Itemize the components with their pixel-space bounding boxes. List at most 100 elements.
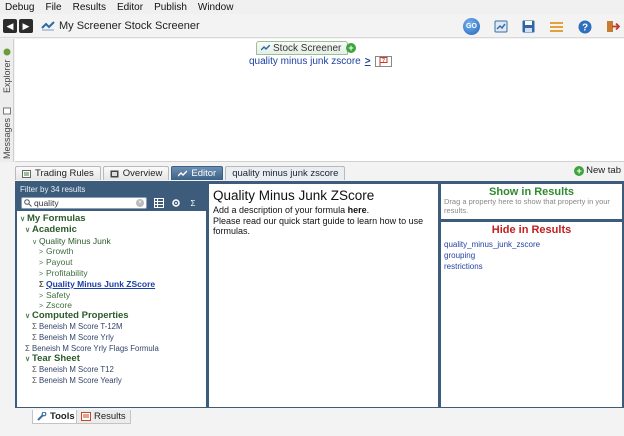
screener-logo-icon [41,20,55,30]
expand-caret-icon: ∨ [25,313,31,321]
formula-detail: Quality Minus Junk ZScore Add a descript… [209,184,438,407]
list-icon[interactable] [549,19,564,34]
screening-rule: quality minus junk zscore > ? [249,56,392,67]
flag-icon: ? [379,57,388,66]
tree-node[interactable]: > Profitability [20,268,206,279]
tree-node-label: Beneish M Score Yrly Flags Formula [32,343,159,353]
tab-editor[interactable]: Editor [171,166,224,180]
forward-arrow-icon[interactable]: ▶ [19,18,33,33]
tree-node[interactable]: ∨ Quality Minus Junk [20,236,206,247]
tree-node-label: Academic [32,223,77,235]
tree-node[interactable]: Σ Quality Minus Junk ZScore [20,279,206,290]
menu-debug[interactable]: Debug [5,2,34,13]
messages-tab-label: Messages [2,117,12,159]
tab-trading-rules-label: Trading Rules [35,168,94,179]
tab-trading-rules[interactable]: Trading Rules [15,166,101,180]
sigma-icon[interactable]: Σ [188,198,198,208]
tab-overview-label: Overview [122,168,163,179]
exit-icon[interactable] [605,19,620,34]
help-icon[interactable]: ? [577,19,592,34]
tree-node-label: Beneish M Score Yrly [39,332,114,342]
rule-lhs[interactable]: quality minus junk zscore [249,56,361,67]
search-row: quality × Σ [17,195,206,211]
tree-node[interactable]: ∨ Computed Properties [20,310,206,322]
tab-results-label: Results [94,411,126,422]
expand-caret-icon: ∨ [25,356,31,364]
tree-node-label: Computed Properties [32,310,129,322]
new-tab-button[interactable]: + New tab [574,165,621,176]
formula-sigma-icon: Σ [32,321,37,331]
toolbar: ◀ ▶ My Screener Stock Screener GO ? [0,14,624,38]
toolbar-actions: GO ? [450,18,620,35]
clear-search-icon[interactable]: × [136,199,144,207]
settings-icon[interactable] [171,198,181,208]
tree-node-label: Beneish M Score T12 [39,365,114,375]
search-input[interactable]: quality × [21,197,147,209]
search-icon [24,199,32,207]
hidden-property[interactable]: restrictions [444,261,619,272]
tree-node[interactable]: Σ Beneish M Score T-12M [20,322,206,333]
new-tab-label: New tab [586,165,621,176]
menu-results[interactable]: Results [73,2,106,13]
tree-node[interactable]: Σ Beneish M Score Yrly [20,333,206,344]
tree-node[interactable]: ∨ Tear Sheet [20,353,206,365]
rule-operator[interactable]: > [365,56,371,67]
quick-start-guide-text: Please read our quick start guide to lea… [213,215,424,237]
go-icon[interactable]: GO [463,18,480,35]
menu-file[interactable]: File [45,2,61,13]
hide-in-results-dropzone[interactable]: Hide in Results quality_minus_junk_zscor… [441,222,622,407]
show-in-results-dropzone[interactable]: Show in Results Drag a property here to … [441,184,622,219]
messages-icon [3,107,11,115]
tab-tools[interactable]: Tools [32,410,80,424]
formula-title: Quality Minus Junk ZScore [213,188,375,203]
save-icon[interactable] [521,19,536,34]
formula-sigma-icon: Σ [32,375,37,385]
tree-node[interactable]: ∨ Academic [20,223,206,236]
stock-screener-tab[interactable]: Stock Screener [256,41,349,55]
description-here-link[interactable]: here [348,205,367,215]
tree-node-label: Tear Sheet [32,353,80,365]
menu-window[interactable]: Window [198,2,234,13]
explorer-tab[interactable]: Explorer [1,45,13,93]
rule-value: ? [382,58,385,64]
tab-overview[interactable]: Overview [102,166,170,180]
tree-node-label: My Formulas [27,213,86,224]
show-in-results-hint: Drag a property here to show that proper… [444,197,610,215]
hidden-property[interactable]: grouping [444,250,619,261]
tree-node[interactable]: > Growth [20,246,206,257]
hidden-property[interactable]: quality_minus_junk_zscore [444,239,619,250]
tree-node-label: Payout [46,257,73,268]
stock-screener-tab-label: Stock Screener [273,42,342,54]
menu-publish[interactable]: Publish [154,2,187,13]
rule-value-box[interactable]: ? [374,56,392,67]
formula-sigma-icon: Σ [25,343,30,353]
rules-icon [22,169,31,178]
tab-results[interactable]: Results [76,410,131,424]
tree-node[interactable]: Σ Beneish M Score T12 [20,365,206,376]
add-rule-icon[interactable]: + [346,43,356,53]
back-arrow-icon[interactable]: ◀ [3,18,17,33]
tree-node-label: Profitability [46,267,88,278]
chart-icon[interactable] [493,19,508,34]
tree-node[interactable]: Σ Beneish M Score Yearly [20,376,206,387]
grid-view-icon[interactable] [154,198,164,208]
results-icon [81,412,91,421]
tree-node-label: Zscore [46,300,72,311]
tree-node-label: Quality Minus Junk [39,235,111,246]
menubar: Debug File Results Editor Publish Window [0,0,624,14]
breadcrumb: My Screener Stock Screener [41,20,200,32]
tab-formula[interactable]: quality minus junk zscore [225,166,346,180]
tree-node[interactable]: > Safety [20,290,206,301]
messages-tab[interactable]: Messages [1,103,13,159]
tree-node-label: Safety [46,289,71,300]
menu-editor[interactable]: Editor [117,2,143,13]
plus-icon: + [574,165,585,176]
explorer-tab-label: Explorer [2,59,12,93]
editor-tab-strip: Trading Rules Overview Editor quality mi… [15,165,624,180]
tree-node[interactable]: > Payout [20,257,206,268]
results-columns-panel: Show in Results Drag a property here to … [441,184,622,407]
overview-icon [110,170,119,177]
formula-sigma-icon: Σ [39,279,44,289]
formula-sigma-icon: Σ [32,365,37,375]
screener-tab-icon [261,44,270,51]
